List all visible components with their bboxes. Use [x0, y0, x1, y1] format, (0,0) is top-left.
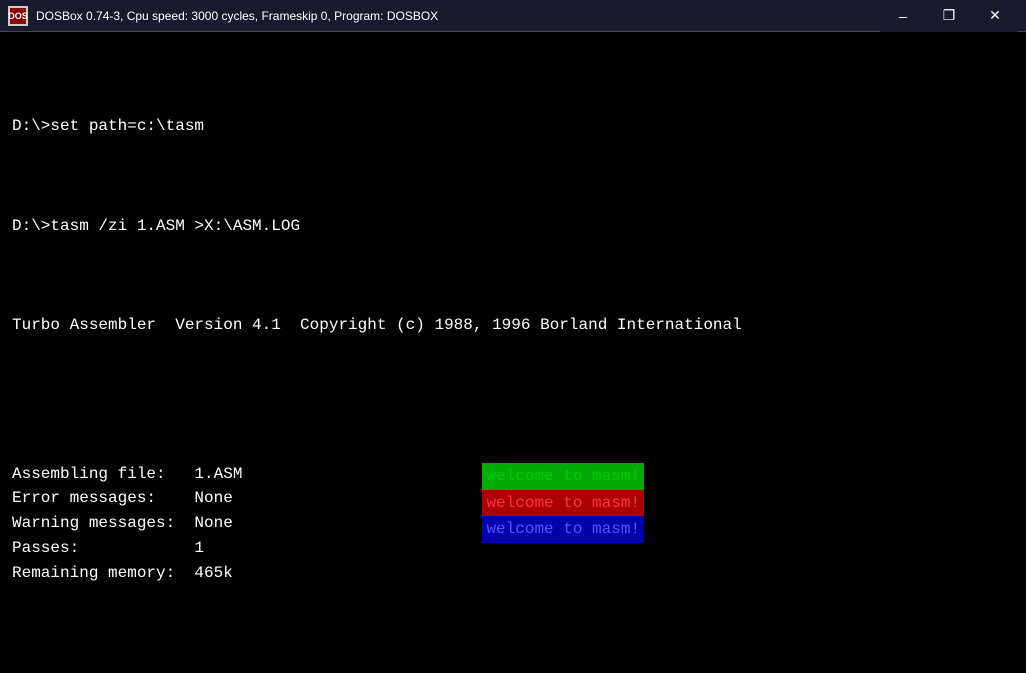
titlebar: DOS DOSBox 0.74-3, Cpu speed: 3000 cycle…	[0, 0, 1026, 32]
terminal-line-tasm-cmd: D:\>tasm /zi 1.ASM >X:\ASM.LOG	[12, 214, 1014, 239]
maximize-button[interactable]: ❐	[926, 0, 972, 32]
masm-green-line: welcome to masm!	[482, 463, 644, 490]
close-button[interactable]: ✕	[972, 0, 1018, 32]
asm-info-left: Assembling file: 1.ASM Error messages: N…	[12, 437, 242, 635]
asm-file-line: Assembling file: 1.ASM Error messages: N…	[12, 462, 242, 586]
asm-output-section: Assembling file: 1.ASM Error messages: N…	[12, 437, 1014, 635]
terminal-screen: D:\>set path=c:\tasm D:\>tasm /zi 1.ASM …	[0, 32, 1026, 673]
terminal-line-blank1	[12, 65, 1014, 90]
window-title: DOSBox 0.74-3, Cpu speed: 3000 cycles, F…	[36, 9, 880, 23]
masm-blue-line: welcome to masm!	[482, 516, 644, 543]
app-icon: DOS	[8, 6, 28, 26]
window-controls: – ❐ ✕	[880, 0, 1018, 32]
masm-output-right: welcome to masm! welcome to masm! welcom…	[242, 437, 644, 635]
minimize-button[interactable]: –	[880, 0, 926, 32]
terminal-line-blank3	[12, 263, 1014, 288]
terminal-line-setpath: D:\>set path=c:\tasm	[12, 114, 1014, 139]
masm-red-line: welcome to masm!	[482, 490, 644, 517]
terminal-line-blank2	[12, 164, 1014, 189]
terminal-line-turbo-asm: Turbo Assembler Version 4.1 Copyright (c…	[12, 313, 1014, 338]
terminal-line-blank5	[12, 660, 1014, 673]
terminal-line-blank4	[12, 362, 1014, 387]
